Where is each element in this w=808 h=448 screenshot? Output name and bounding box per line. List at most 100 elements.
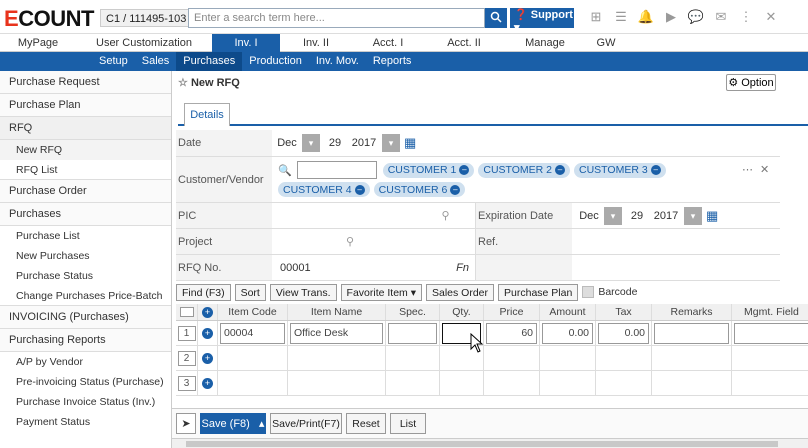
sidebar-sub-ap-by-vendor[interactable]: A/P by Vendor [0,352,171,372]
find-button[interactable]: Find (F3) [176,284,231,301]
remarks-input[interactable] [654,322,729,344]
scrollbar-thumb[interactable] [186,441,778,447]
row-add-icon[interactable]: + [202,377,213,389]
more-icon[interactable]: ⋮ [738,8,754,26]
menu-mypage[interactable]: MyPage [0,34,76,52]
save-print-button[interactable]: Save/Print(F7) [270,413,342,434]
bell-icon[interactable]: 🔔 [638,8,654,26]
clear-icon[interactable]: ✕ [760,163,769,176]
customer-tag[interactable]: CUSTOMER 2– [478,162,571,178]
exp-year[interactable]: 2017 [652,210,680,222]
barcode-checkbox[interactable] [582,286,595,298]
ecount-logo[interactable]: ECOUNT [4,6,94,32]
option-button[interactable]: ⚙ Option [726,74,776,91]
save-button[interactable]: Save (F8) ▴ [200,413,266,434]
submenu-reports[interactable]: Reports [366,52,419,71]
sidebar-sub-purchase-status[interactable]: Purchase Status [0,266,171,286]
sidebar-item-purchases[interactable]: Purchases [0,203,171,226]
fn-button[interactable]: Fn [456,262,469,274]
mail-icon[interactable]: ✉ [713,8,729,26]
favorite-item-button[interactable]: Favorite Item ▾ [340,284,422,301]
price-input[interactable]: 60 [486,322,537,344]
exp-month[interactable]: Dec [578,210,600,222]
sidebar-sub-pre-invoicing[interactable]: Pre-invoicing Status (Purchase) [0,372,171,392]
sidebar-sub-rfq-list[interactable]: RFQ List [0,160,171,180]
purchase-plan-button[interactable]: Purchase Plan [498,284,579,301]
menu-acct-ii[interactable]: Acct. II [424,34,504,52]
col-qty[interactable]: Qty. [440,304,484,320]
mgmt-field-input[interactable] [734,322,808,344]
sidebar-sub-new-rfq[interactable]: New RFQ [0,140,171,160]
submenu-inv-mov[interactable]: Inv. Mov. [309,52,366,71]
sidebar-item-purchase-plan[interactable]: Purchase Plan [0,94,171,117]
view-trans-button[interactable]: View Trans. [269,284,337,301]
close-icon[interactable]: ✕ [763,8,779,26]
horizontal-scrollbar[interactable] [172,438,808,448]
customer-tag[interactable]: CUSTOMER 4– [278,182,370,197]
search-input[interactable] [188,8,485,28]
year-dropdown[interactable]: ▾ [382,134,400,152]
col-price[interactable]: Price [484,304,540,320]
date-day[interactable]: 29 [324,137,346,149]
submenu-purchases[interactable]: Purchases [176,52,243,71]
remove-tag-icon[interactable]: – [555,165,566,175]
month-dropdown[interactable]: ▾ [302,134,320,152]
menu-inv-ii[interactable]: Inv. II [280,34,352,52]
col-tax[interactable]: Tax [596,304,652,320]
customer-tag[interactable]: CUSTOMER 3– [574,162,666,178]
row-add-icon[interactable]: + [202,327,213,339]
sidebar-sub-change-price-batch[interactable]: Change Purchases Price-Batch [0,286,171,306]
row-number[interactable]: 2 [177,350,196,366]
menu-user-customization[interactable]: User Customization [76,34,212,52]
submenu-sales[interactable]: Sales [135,52,177,71]
customer-input[interactable] [296,161,377,179]
sidebar-sub-purchase-list[interactable]: Purchase List [0,226,171,246]
customer-tag[interactable]: CUSTOMER 6– [373,182,466,197]
tab-details[interactable]: Details [184,103,230,126]
sidebar-item-invoicing[interactable]: INVOICING (Purchases) [0,306,171,329]
date-month[interactable]: Dec [276,137,298,149]
calendar-icon[interactable]: ▦ [404,135,416,151]
remove-tag-icon[interactable]: – [459,165,470,175]
select-all-checkbox[interactable] [176,304,198,320]
menu-acct-i[interactable]: Acct. I [352,34,424,52]
item-code-input[interactable]: 00004 [220,322,285,344]
col-amount[interactable]: Amount [540,304,596,320]
row-number[interactable]: 1 [177,325,196,341]
add-row-icon[interactable]: + [202,306,213,318]
more-icon[interactable]: ⋯ [742,163,753,176]
sidebar-sub-purchase-invoice[interactable]: Purchase Invoice Status (Inv.) [0,392,171,412]
add-window-icon[interactable]: ⊞ [588,8,604,26]
exp-year-dropdown[interactable]: ▾ [684,207,702,225]
col-remarks[interactable]: Remarks [652,304,732,320]
spec-input[interactable] [388,322,437,344]
menu-inv-i[interactable]: Inv. I [212,34,280,52]
video-icon[interactable]: ▶ [663,8,679,26]
chevron-up-icon[interactable]: ▴ [259,418,265,430]
project-field[interactable]: ⚲ [276,229,476,254]
list-button[interactable]: List [390,413,426,434]
sidebar-item-purchasing-reports[interactable]: Purchasing Reports [0,329,171,352]
rfq-no-field[interactable]: 00001 Fn [276,255,476,280]
sales-order-button[interactable]: Sales Order [426,284,495,301]
sidebar-item-rfq[interactable]: RFQ [0,117,171,140]
sidebar-sub-new-purchases[interactable]: New Purchases [0,246,171,266]
date-year[interactable]: 2017 [350,137,378,149]
calendar-icon[interactable]: ▦ [706,208,718,224]
customer-tag[interactable]: CUSTOMER 1– [382,162,475,178]
magnifier-icon[interactable]: ⚲ [346,235,354,248]
search-button[interactable] [485,8,507,28]
support-button[interactable]: ❓ Support ▾ [510,8,574,34]
sidebar-item-purchase-request[interactable]: Purchase Request [0,71,171,94]
reset-button[interactable]: Reset [346,413,386,434]
document-icon[interactable]: ☰ [613,8,629,26]
col-item-code[interactable]: Item Code [218,304,288,320]
remove-tag-icon[interactable]: – [650,165,661,175]
sort-button[interactable]: Sort [234,284,266,301]
submenu-production[interactable]: Production [242,52,309,71]
exp-day[interactable]: 29 [626,210,648,222]
sidebar-item-purchase-order[interactable]: Purchase Order [0,180,171,203]
exp-month-dropdown[interactable]: ▾ [604,207,622,225]
menu-manage[interactable]: Manage [504,34,586,52]
ref-field[interactable] [572,229,780,254]
